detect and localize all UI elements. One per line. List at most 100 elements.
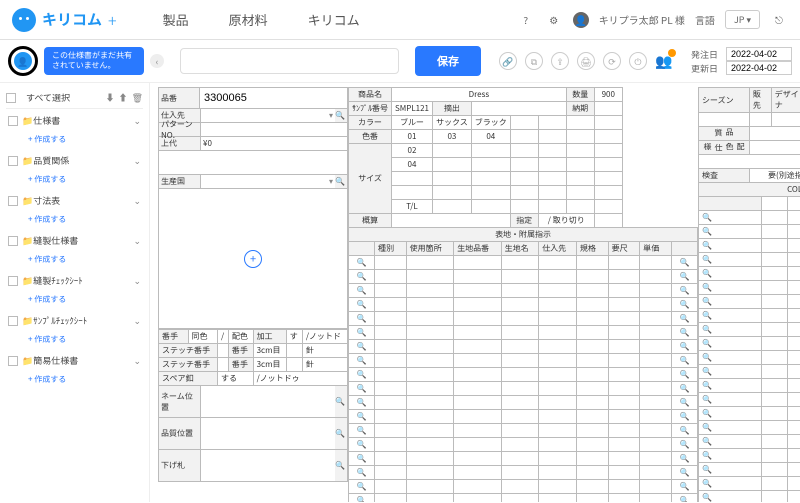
create-link[interactable]: + 作成する (6, 332, 143, 349)
user-icon[interactable]: 👤 (573, 12, 589, 28)
fabric-row[interactable]: 🔍🔍 (349, 382, 698, 396)
lang-select[interactable]: JP ▾ (725, 10, 760, 29)
magnify-icon[interactable]: 🔍 (672, 284, 698, 298)
magnify-icon[interactable]: 🔍 (672, 452, 698, 466)
fabric-row[interactable]: 🔍🔍 (349, 438, 698, 452)
magnify-icon[interactable]: 🔍 (699, 351, 762, 365)
color-row[interactable]: 🔍 (699, 351, 800, 365)
magnify-icon[interactable]: 🔍 (672, 354, 698, 368)
color-row[interactable]: 🔍 (699, 225, 800, 239)
fabric-row[interactable]: 🔍🔍 (349, 270, 698, 284)
color-row[interactable]: 🔍 (699, 435, 800, 449)
magnify-icon[interactable]: 🔍 (699, 253, 762, 267)
help-icon[interactable]: ? (517, 11, 535, 29)
magnify-icon[interactable]: 🔍 (335, 396, 347, 407)
trash-icon[interactable]: 🗑 (132, 91, 143, 104)
fabric-row[interactable]: 🔍🔍 (349, 256, 698, 270)
fabric-row[interactable]: 🔍🔍 (349, 494, 698, 503)
color-row[interactable]: 🔍 (699, 379, 800, 393)
color-row[interactable]: 🔍 (699, 463, 800, 477)
create-link[interactable]: + 作成する (6, 212, 143, 229)
magnify-icon[interactable]: 🔍 (349, 354, 375, 368)
magnify-icon[interactable]: 🔍 (672, 270, 698, 284)
name-value[interactable]: Dress (392, 88, 567, 102)
fabric-row[interactable]: 🔍🔍 (349, 466, 698, 480)
magnify-icon[interactable]: 🔍 (672, 298, 698, 312)
color-row[interactable]: 🔍 (699, 309, 800, 323)
tool-history-icon[interactable]: ⟳ (603, 52, 621, 70)
tool-copy-icon[interactable]: ⧉ (525, 52, 543, 70)
fabric-row[interactable]: 🔍🔍 (349, 284, 698, 298)
checkbox[interactable] (8, 156, 18, 166)
notif-close-icon[interactable]: ‹ (150, 54, 164, 68)
color-row[interactable]: 🔍 (699, 393, 800, 407)
sidebar-item-2[interactable]: 📁 寸法表 ⌄ (6, 189, 143, 212)
magnify-icon[interactable]: 🔍 (349, 284, 375, 298)
magnify-icon[interactable]: 🔍 (672, 494, 698, 503)
logout-icon[interactable]: ⎋ (770, 11, 788, 29)
magnify-icon[interactable]: 🔍 (699, 323, 762, 337)
color-row[interactable]: 🔍 (699, 365, 800, 379)
color-row[interactable]: 🔍 (699, 323, 800, 337)
magnify-icon[interactable]: 🔍 (699, 239, 762, 253)
magnify-icon[interactable]: 🔍 (349, 480, 375, 494)
magnify-icon[interactable]: 🔍 (672, 326, 698, 340)
tool-print-icon[interactable]: 🖨 (577, 52, 595, 70)
magnify-icon[interactable]: 🔍 (699, 421, 762, 435)
magnify-icon[interactable]: 🔍 (349, 494, 375, 503)
magnify-icon[interactable]: 🔍 (349, 424, 375, 438)
fabric-row[interactable]: 🔍🔍 (349, 312, 698, 326)
magnify-icon[interactable]: 🔍 (349, 410, 375, 424)
chevron-down-icon[interactable]: ⌄ (133, 274, 141, 287)
color-row[interactable]: 🔍 (699, 267, 800, 281)
magnify-icon[interactable]: 🔍 (672, 466, 698, 480)
magnify-icon[interactable]: 🔍 (699, 463, 762, 477)
tool-share-icon[interactable]: ⇪ (551, 52, 569, 70)
nav-materials[interactable]: 原材料 (229, 10, 268, 29)
magnify-icon[interactable]: 🔍 (349, 452, 375, 466)
update-date-input[interactable] (726, 61, 792, 75)
magnify-icon[interactable]: 🔍 (699, 365, 762, 379)
fabric-row[interactable]: 🔍🔍 (349, 354, 698, 368)
magnify-icon[interactable]: 🔍 (699, 295, 762, 309)
magnify-icon[interactable]: 🔍 (672, 340, 698, 354)
quality-pos-input[interactable] (201, 418, 335, 449)
sidebar-item-5[interactable]: 📁 ｻﾝﾌﾟﾙﾁｪｯｸｼｰﾄ ⌄ (6, 309, 143, 332)
gear-icon[interactable]: ⚙ (545, 11, 563, 29)
create-link[interactable]: + 作成する (6, 372, 143, 389)
create-link[interactable]: + 作成する (6, 252, 143, 269)
magnify-icon[interactable]: 🔍 (349, 438, 375, 452)
checkbox[interactable] (8, 316, 18, 326)
tool-link-icon[interactable]: 🔗 (499, 52, 517, 70)
magnify-icon[interactable]: 🔍 (349, 298, 375, 312)
sidebar-item-6[interactable]: 📁 簡易仕様書 ⌄ (6, 349, 143, 372)
chevron-down-icon[interactable]: ⌄ (133, 234, 141, 247)
color-row[interactable]: 🔍 (699, 239, 800, 253)
magnify-icon[interactable]: 🔍 (672, 368, 698, 382)
magnify-icon[interactable]: 🔍 (699, 407, 762, 421)
fabric-row[interactable]: 🔍🔍 (349, 452, 698, 466)
checkbox[interactable] (8, 236, 18, 246)
chevron-down-icon[interactable]: ⌄ (133, 154, 141, 167)
sidebar-item-1[interactable]: 📁 品質関係 ⌄ (6, 149, 143, 172)
create-link[interactable]: + 作成する (6, 132, 143, 149)
checkbox[interactable] (8, 276, 18, 286)
country-search-icon[interactable]: 🔍 (335, 176, 347, 187)
save-button[interactable]: 保存 (415, 46, 481, 76)
supplier-select[interactable]: ▾ (201, 109, 335, 122)
color-row[interactable]: 🔍 (699, 281, 800, 295)
image-drop-zone[interactable]: + (158, 189, 348, 329)
supplier-search-icon[interactable]: 🔍 (335, 110, 347, 121)
magnify-icon[interactable]: 🔍 (699, 337, 762, 351)
checkbox[interactable] (8, 196, 18, 206)
select-all-check[interactable] (6, 93, 16, 103)
create-link[interactable]: + 作成する (6, 172, 143, 189)
magnify-icon[interactable]: 🔍 (699, 225, 762, 239)
sidebar-item-4[interactable]: 📁 縫製ﾁｪｯｸｼｰﾄ ⌄ (6, 269, 143, 292)
magnify-icon[interactable]: 🔍 (349, 382, 375, 396)
magnify-icon[interactable]: 🔍 (349, 340, 375, 354)
country-select[interactable]: ▾ (201, 175, 335, 188)
sidebar-item-3[interactable]: 📁 縫製仕様書 ⌄ (6, 229, 143, 252)
magnify-icon[interactable]: 🔍 (349, 270, 375, 284)
checkbox[interactable] (8, 356, 18, 366)
